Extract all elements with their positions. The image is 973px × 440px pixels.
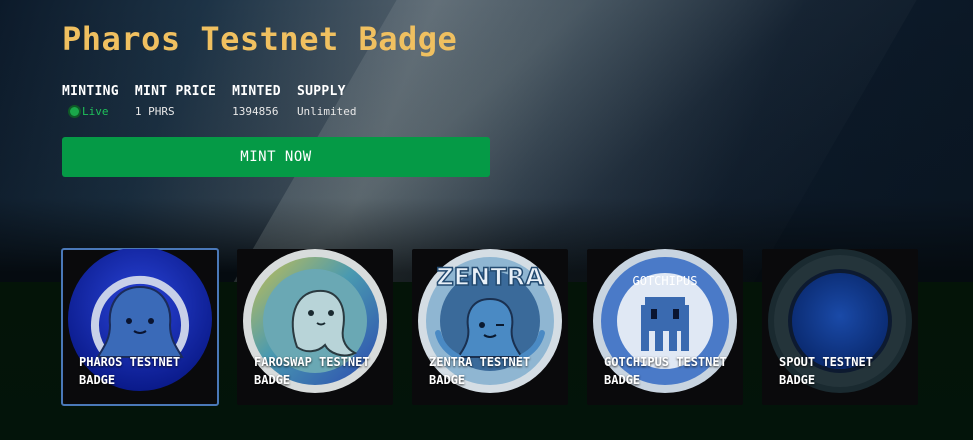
badge-card-pharos[interactable]: PHAROS TESTNET BADGE — [61, 248, 219, 406]
badge-label: SPOUT TESTNET BADGE — [779, 355, 873, 387]
stat-minted: MINTED 1394856 — [232, 84, 281, 118]
live-status-icon — [70, 107, 79, 116]
stat-label: SUPPLY — [296, 84, 346, 99]
stat-label: MINTED — [232, 84, 281, 99]
badge-label: FAROSWAP TESTNET BADGE — [254, 355, 370, 387]
stat-minting: MINTING Live — [62, 84, 119, 118]
live-status-text: Live — [82, 105, 109, 118]
stat-value: Unlimited — [296, 105, 357, 118]
zentra-emblem-text: ZENTRA — [436, 263, 544, 291]
stat-label: MINTING — [62, 84, 119, 99]
stat-supply: SUPPLY Unlimited — [297, 84, 357, 118]
mint-stats: MINTING Live MINT PRICE 1 PHRS MINTED 13… — [62, 84, 373, 118]
minting-status: Live — [62, 105, 119, 118]
badge-label: PHAROS TESTNET BADGE — [79, 355, 181, 387]
badge-label: GOTCHIPUS TESTNET BADGE — [604, 355, 727, 387]
gotchipus-emblem-text: GOTCHIPUS — [632, 274, 697, 288]
page-title: Pharos Testnet Badge — [62, 20, 458, 58]
badge-label: ZENTRA TESTNET BADGE — [429, 355, 531, 387]
stat-value: 1 PHRS — [134, 105, 175, 118]
badge-card-zentra[interactable]: ZENTRA ZENTRA TESTNET BADGE — [412, 249, 568, 405]
stat-value: 1394856 — [232, 105, 279, 118]
stat-mint-price: MINT PRICE 1 PHRS — [135, 84, 216, 118]
stat-label: MINT PRICE — [134, 84, 217, 99]
badge-card-spout[interactable]: SPOUT TESTNET BADGE — [762, 249, 918, 405]
badge-card-gotchipus[interactable]: GOTCHIPUS GOTCHIPUS TESTNET BADGE — [587, 249, 743, 405]
badge-card-faroswap[interactable]: FAROSWAP TESTNET BADGE — [237, 249, 393, 405]
mint-now-button[interactable]: MINT NOW — [62, 137, 490, 177]
